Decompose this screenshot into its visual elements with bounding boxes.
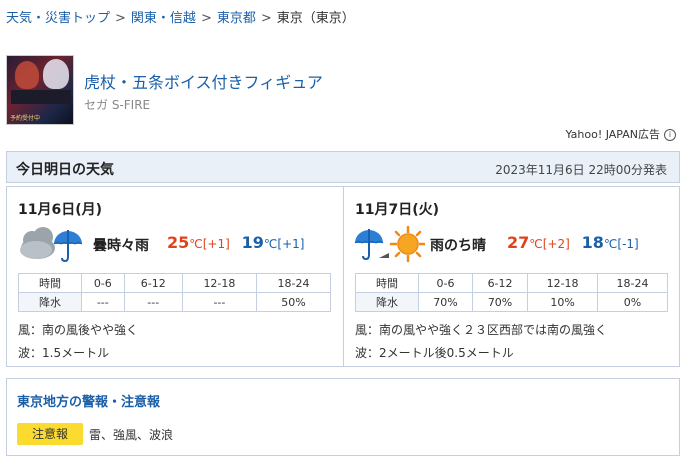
day-date: 11月7日(火) <box>355 202 440 218</box>
wind-info: 風：南の風やや強く２３区西部では南の風強く <box>355 323 608 337</box>
table-row: 降水 --- --- --- 50% <box>18 292 332 312</box>
table-cell: 70% <box>471 292 529 312</box>
table-cell: 12-18 <box>527 273 599 293</box>
advisory-badge: 注意報 <box>17 423 83 445</box>
table-cell: 6-12 <box>123 273 183 293</box>
high-temp-diff: [+2] <box>542 237 570 251</box>
table-cell: 時間 <box>355 273 419 293</box>
low-temp-diff: [+1] <box>277 237 305 251</box>
breadcrumb-separator: > <box>200 11 212 26</box>
table-cell: 50% <box>255 292 332 312</box>
high-temp: 25 <box>167 233 190 252</box>
cloud-umbrella-icon <box>16 224 88 264</box>
table-cell: 6-12 <box>471 273 529 293</box>
table-cell: --- <box>123 292 183 312</box>
high-temp: 27 <box>507 233 530 252</box>
thumbnail-band <box>11 90 71 104</box>
weather-summary: 曇時々雨 <box>93 238 149 254</box>
high-temp-unit: ℃ <box>529 237 543 251</box>
low-temp-diff: [-1] <box>617 237 639 251</box>
wave-info: 波：2メートル後0.5メートル <box>355 346 514 360</box>
figure-silhouette-right <box>43 59 69 89</box>
ad-thumbnail[interactable]: 予約受付中 <box>6 55 74 125</box>
ad-banner[interactable]: 予約受付中 虎杖・五条ボイス付きフィギュア セガ S-FIRE Yahoo! J… <box>6 55 682 145</box>
breadcrumb-separator: > <box>115 11 126 26</box>
forecast-title: 今日明日の天気 <box>16 162 114 178</box>
warnings-panel: 東京地方の警報・注意報 注意報 雷、強風、波浪 <box>6 378 680 456</box>
table-cell: 10% <box>527 292 599 312</box>
low-temp: 18 <box>581 233 604 252</box>
ad-thumbnail-text: 予約受付中 <box>10 115 41 122</box>
table-cell: 0-6 <box>81 273 125 293</box>
high-temp-unit: ℃ <box>189 237 203 251</box>
table-cell: --- <box>81 292 125 312</box>
breadcrumb: 天気・災害トップ > 関東・信越 > 東京都 > 東京（東京） <box>6 7 355 26</box>
breadcrumb-current: 東京（東京） <box>276 11 355 26</box>
precipitation-table: 時間 0-6 6-12 12-18 18-24 降水 70% 70% 10% 0… <box>355 273 668 312</box>
table-cell: 降水 <box>355 292 419 312</box>
forecast-issued-time: 2023年11月6日 22時00分発表 <box>495 163 667 177</box>
table-cell: 0% <box>597 292 668 312</box>
breadcrumb-link-top[interactable]: 天気・災害トップ <box>6 11 110 26</box>
forecast-days: 11月6日(月) 曇時々雨 25℃[+1] 19℃[+1] 時間 0-6 6-1… <box>6 186 680 367</box>
low-temp: 19 <box>241 233 264 252</box>
wave-info: 波：1.5メートル <box>18 346 110 360</box>
table-cell: --- <box>181 292 257 312</box>
warnings-title-link[interactable]: 東京地方の警報・注意報 <box>17 391 160 410</box>
low-temp-unit: ℃ <box>603 237 618 251</box>
forecast-header: 今日明日の天気 2023年11月6日 22時00分発表 <box>6 151 680 183</box>
day-date: 11月6日(月) <box>18 202 103 218</box>
breadcrumb-separator: > <box>260 11 272 26</box>
ad-label-text: Yahoo! JAPAN広告 <box>565 128 660 141</box>
advisory-items: 雷、強風、波浪 <box>89 428 174 442</box>
temperatures: 25℃[+1] 19℃[+1] <box>167 233 304 252</box>
table-cell: 12-18 <box>181 273 257 293</box>
ad-title-link[interactable]: 虎杖・五条ボイス付きフィギュア <box>84 69 323 93</box>
table-cell: 降水 <box>18 292 82 312</box>
figure-silhouette-left <box>15 61 39 89</box>
low-temp-unit: ℃ <box>263 237 278 251</box>
temperatures: 27℃[+2] 18℃[-1] <box>507 233 639 252</box>
table-cell: 18-24 <box>255 273 332 293</box>
wind-info: 風：南の風後やや強く <box>18 323 139 337</box>
table-cell: 70% <box>418 292 473 312</box>
table-row: 時間 0-6 6-12 12-18 18-24 <box>355 273 668 293</box>
table-cell: 0-6 <box>418 273 473 293</box>
precipitation-table: 時間 0-6 6-12 12-18 18-24 降水 --- --- --- 5… <box>18 273 332 312</box>
umbrella-then-sun-icon <box>353 224 427 264</box>
ad-sponsor: セガ S-FIRE <box>84 98 151 112</box>
table-cell: 時間 <box>18 273 82 293</box>
forecast-day-today: 11月6日(月) 曇時々雨 25℃[+1] 19℃[+1] 時間 0-6 6-1… <box>7 187 344 366</box>
weather-summary: 雨のち晴 <box>430 238 486 254</box>
forecast-day-tomorrow: 11月7日(火) 雨のち晴 27℃[+2] 18℃[-1] 時間 0-6 6-1… <box>344 187 681 366</box>
high-temp-diff: [+1] <box>202 237 230 251</box>
table-row: 時間 0-6 6-12 12-18 18-24 <box>18 273 332 293</box>
table-cell: 18-24 <box>597 273 668 293</box>
breadcrumb-link-prefecture[interactable]: 東京都 <box>217 11 256 26</box>
table-row: 降水 70% 70% 10% 0% <box>355 292 668 312</box>
ad-label[interactable]: Yahoo! JAPAN広告 i <box>565 126 676 142</box>
info-icon[interactable]: i <box>664 129 676 141</box>
breadcrumb-link-region[interactable]: 関東・信越 <box>131 11 196 26</box>
